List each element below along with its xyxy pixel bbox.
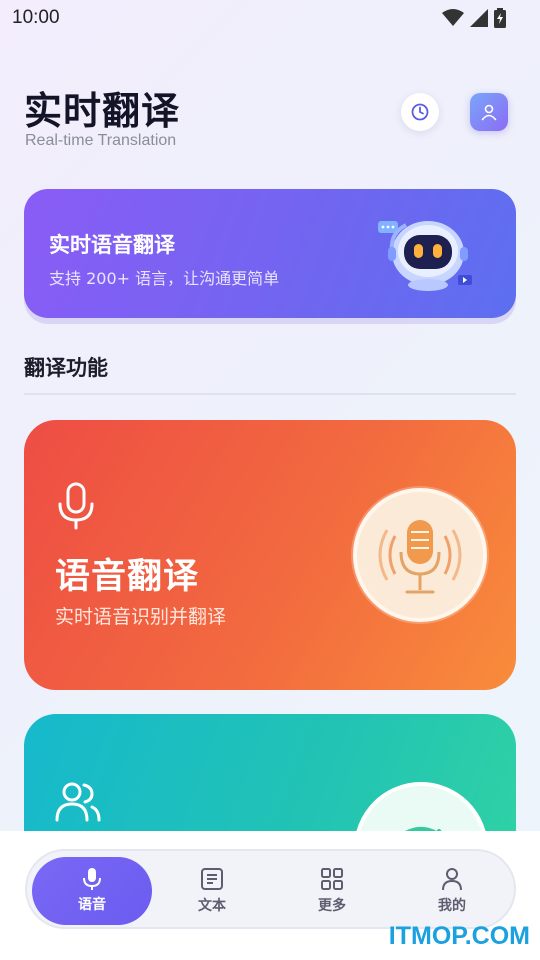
voice-card-subtitle: 实时语音识别并翻译	[55, 606, 227, 628]
nav-item-text[interactable]: 文本	[152, 857, 272, 925]
wifi-icon	[442, 9, 464, 26]
status-icons	[442, 8, 506, 28]
bottom-nav: 语音 文本 更多 我的	[25, 849, 516, 929]
microphone-icon	[58, 482, 94, 530]
signal-icon	[470, 9, 488, 27]
page-title: 实时翻译	[24, 89, 181, 133]
realtime-voice-banner[interactable]: 实时语音翻译 支持 200+ 语言，让沟通更简单	[24, 189, 516, 318]
status-bar: 10:00	[0, 0, 540, 36]
voice-card-title: 语音翻译	[55, 557, 200, 597]
nav-label: 语音	[78, 897, 106, 913]
profile-button[interactable]	[470, 93, 508, 131]
user-icon	[442, 868, 462, 891]
watermark: ITMOP.COM	[388, 922, 530, 950]
nav-item-more[interactable]: 更多	[272, 857, 392, 925]
document-icon	[201, 868, 223, 890]
studio-microphone-icon	[378, 520, 462, 594]
robot-mascot-icon	[378, 221, 472, 291]
nav-label: 更多	[318, 898, 346, 914]
banner-subtitle: 支持 200+ 语言，让沟通更简单	[49, 269, 280, 288]
section-divider	[24, 393, 516, 395]
status-time: 10:00	[12, 7, 60, 28]
history-button[interactable]	[401, 93, 439, 131]
microphone-icon	[83, 868, 101, 890]
microphone-badge	[353, 488, 487, 622]
nav-label: 我的	[438, 898, 466, 914]
grid-icon	[321, 868, 343, 890]
nav-item-mine[interactable]: 我的	[392, 857, 512, 925]
nav-label: 文本	[198, 898, 226, 914]
nav-item-voice[interactable]: 语音	[32, 857, 152, 925]
clock-icon	[411, 103, 429, 121]
voice-translation-card[interactable]: 语音翻译 实时语音识别并翻译	[24, 420, 516, 690]
banner-title: 实时语音翻译	[49, 233, 175, 257]
section-title: 翻译功能	[24, 356, 108, 380]
user-icon	[481, 104, 497, 121]
page-subtitle: Real-time Translation	[25, 132, 177, 149]
users-icon	[55, 782, 101, 822]
battery-icon	[494, 8, 506, 28]
